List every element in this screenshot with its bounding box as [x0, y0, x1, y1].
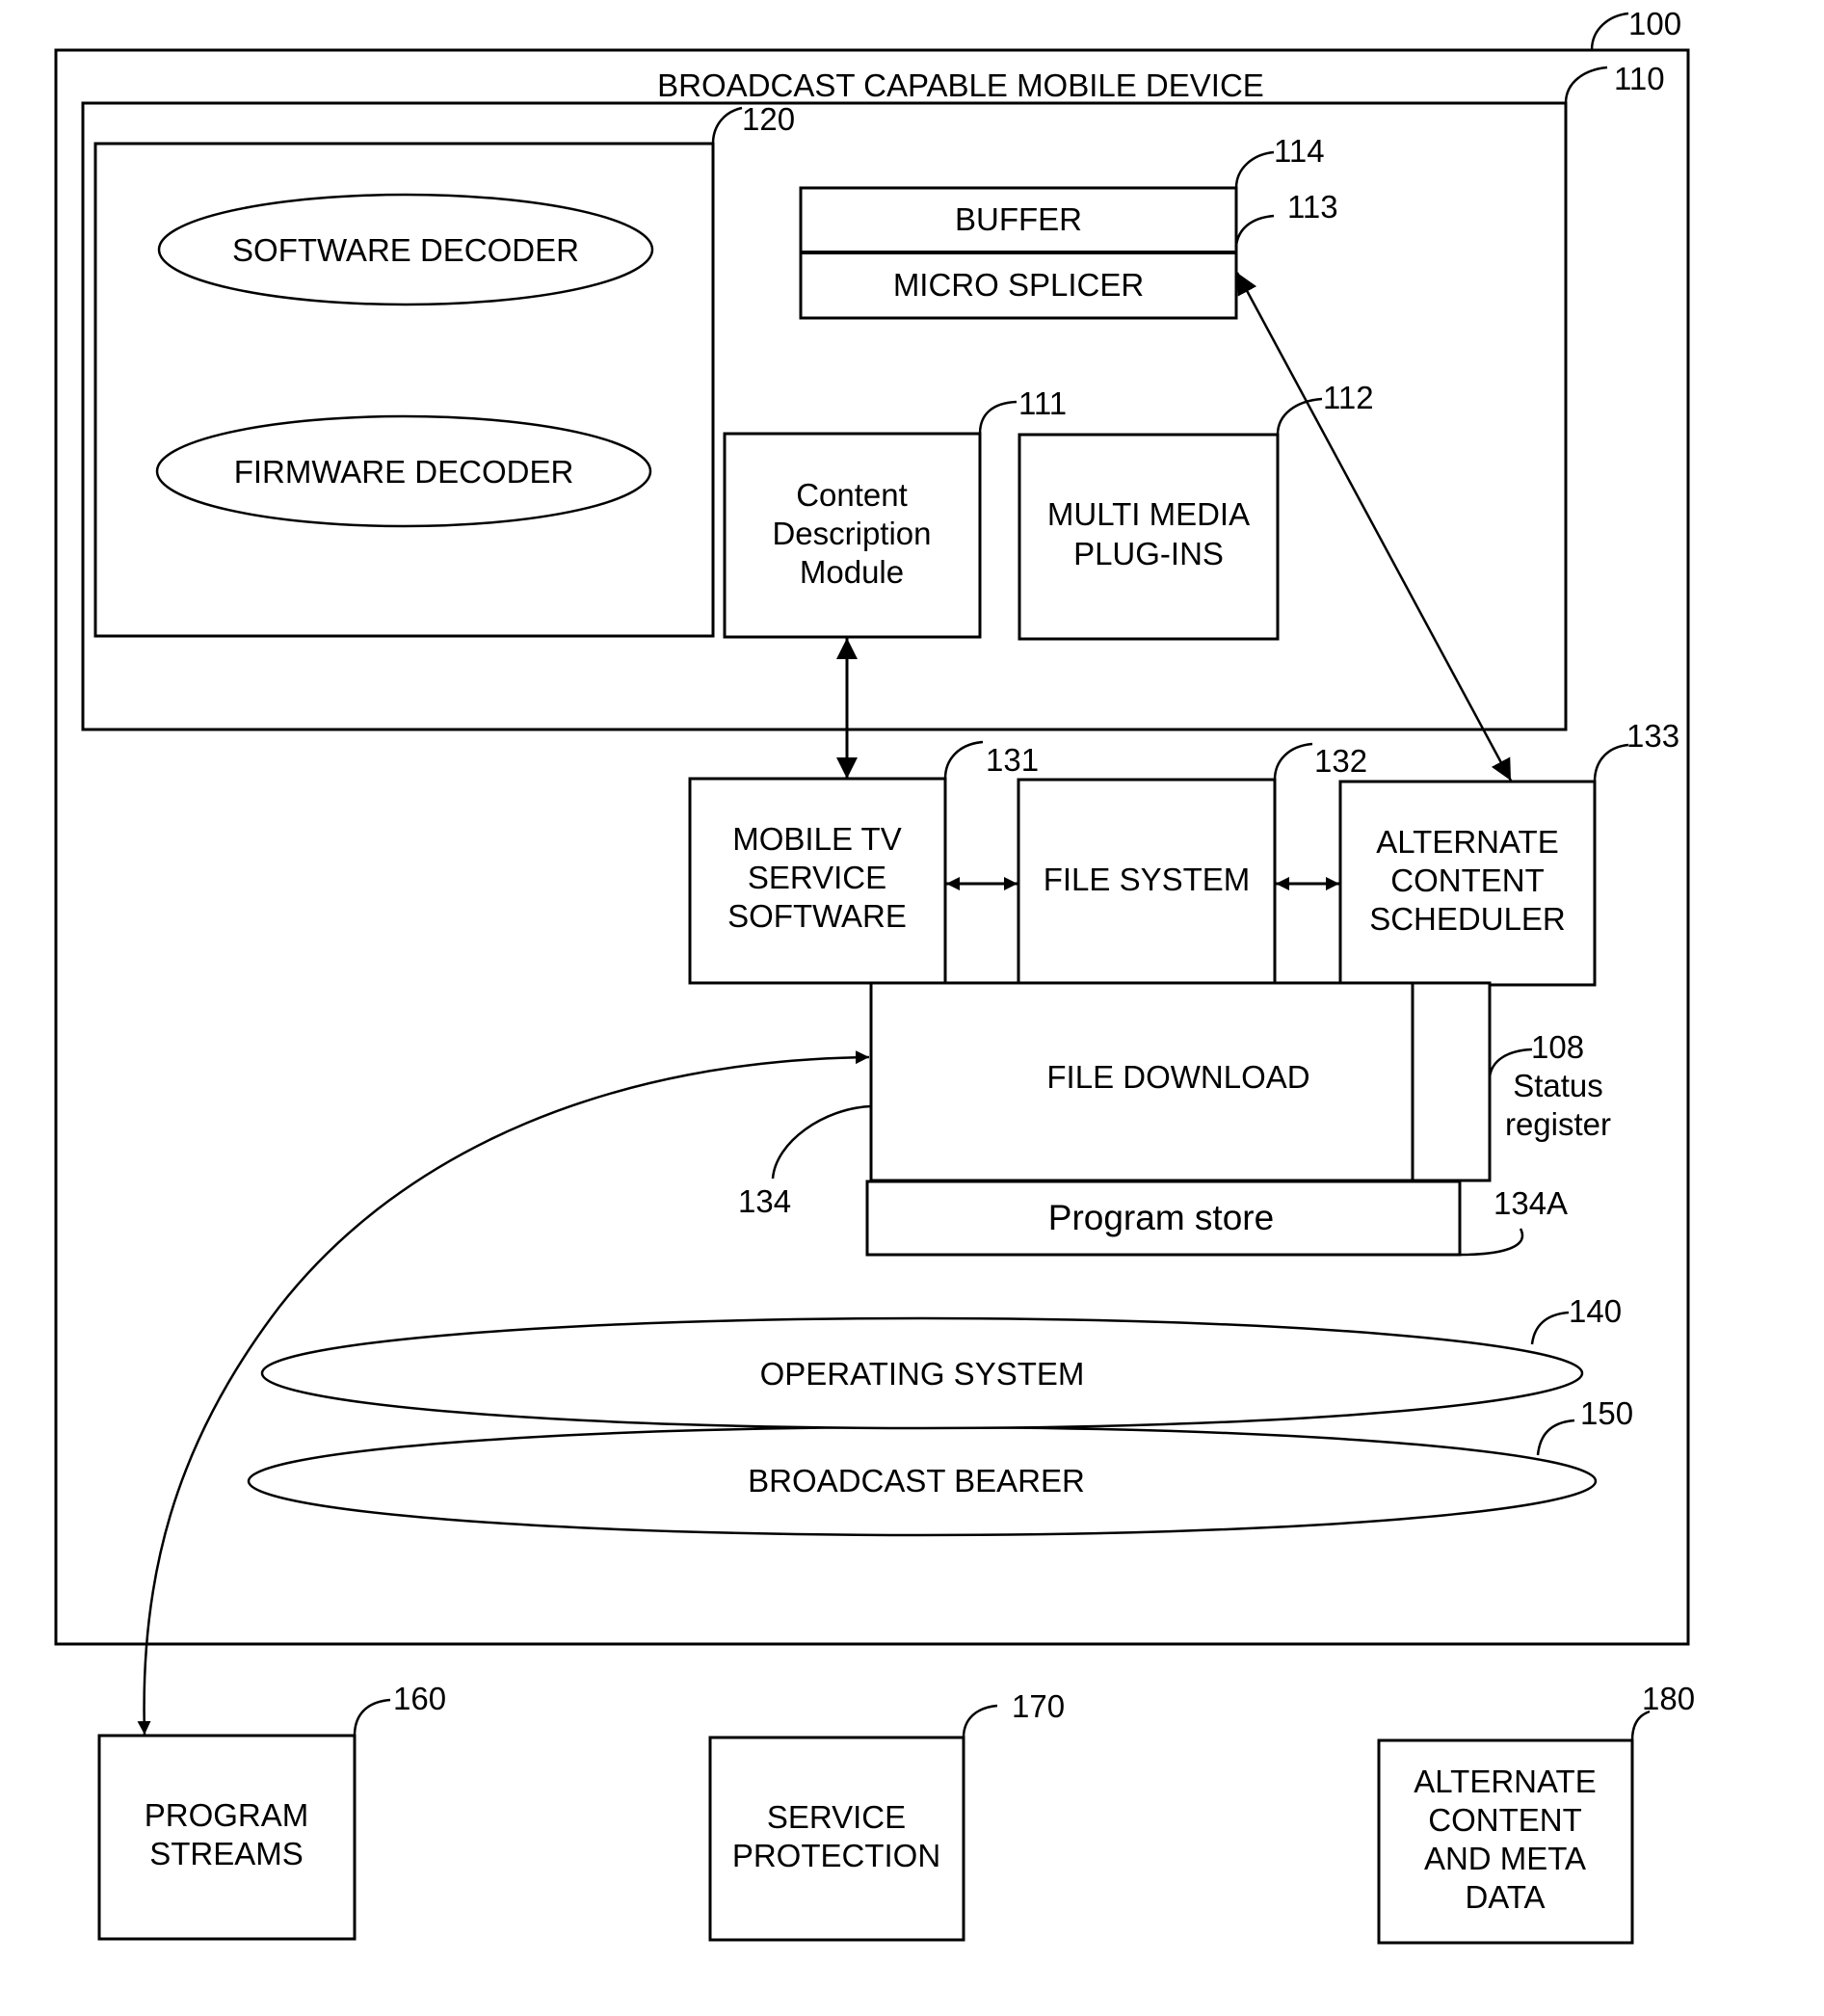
service-protection-line-2: PROTECTION [732, 1838, 940, 1873]
ref-150: 150 [1580, 1395, 1633, 1431]
content-description-line-2: Description [772, 516, 931, 551]
ref-112: 112 [1323, 380, 1374, 415]
ref-131: 131 [986, 742, 1039, 778]
ref-160: 160 [393, 1681, 446, 1716]
device-title: BROADCAST CAPABLE MOBILE DEVICE [657, 67, 1264, 103]
file-system-label: FILE SYSTEM [1044, 862, 1251, 897]
ref-140: 140 [1569, 1293, 1622, 1329]
ref-108: 108 [1531, 1029, 1584, 1065]
program-store-label: Program store [1048, 1198, 1274, 1237]
ref-134: 134 [738, 1183, 791, 1219]
status-register-line-1: Status [1513, 1068, 1603, 1103]
program-streams-line-2: STREAMS [149, 1836, 304, 1871]
multimedia-plugins-line-2: PLUG-INS [1073, 536, 1224, 571]
alt-scheduler-line-1: ALTERNATE [1376, 824, 1558, 860]
service-protection-line-1: SERVICE [767, 1799, 906, 1835]
mobile-tv-line-2: SERVICE [748, 860, 886, 895]
micro-splicer-label: MICRO SPLICER [893, 267, 1144, 303]
alt-content-meta-line-2: CONTENT [1428, 1802, 1582, 1838]
file-download-label: FILE DOWNLOAD [1046, 1059, 1309, 1095]
ref-133: 133 [1626, 718, 1679, 754]
firmware-decoder-label: FIRMWARE DECODER [234, 454, 574, 490]
ref-111: 111 [1018, 385, 1067, 421]
mobile-tv-line-1: MOBILE TV [732, 821, 901, 857]
mobile-tv-line-3: SOFTWARE [727, 898, 907, 934]
ref-180: 180 [1642, 1681, 1695, 1716]
operating-system-label: OPERATING SYSTEM [760, 1356, 1085, 1392]
alt-scheduler-line-3: SCHEDULER [1369, 901, 1566, 937]
leader-170 [962, 1704, 998, 1738]
buffer-label: BUFFER [955, 201, 1082, 237]
alt-scheduler-line-2: CONTENT [1390, 862, 1545, 898]
ref-120: 120 [742, 101, 795, 137]
content-description-line-1: Content [796, 477, 908, 513]
leader-160 [353, 1698, 391, 1737]
program-streams-line-1: PROGRAM [145, 1797, 309, 1833]
leader-100 [1590, 12, 1629, 51]
ref-132: 132 [1314, 743, 1367, 779]
alt-content-meta-line-1: ALTERNATE [1414, 1764, 1596, 1799]
software-decoder-label: SOFTWARE DECODER [232, 232, 579, 268]
broadcast-bearer-label: BROADCAST BEARER [748, 1463, 1085, 1499]
block-diagram: 100 BROADCAST CAPABLE MOBILE DEVICE 110 … [54, 6, 1695, 1945]
ref-113: 113 [1287, 189, 1338, 225]
ref-134a: 134A [1494, 1185, 1568, 1221]
content-description-line-3: Module [800, 554, 904, 590]
alt-content-meta-line-3: AND META [1424, 1841, 1586, 1876]
ref-114: 114 [1274, 133, 1325, 169]
ref-100: 100 [1628, 6, 1681, 41]
status-register-line-2: register [1505, 1106, 1611, 1142]
ref-170: 170 [1012, 1688, 1065, 1724]
ref-110: 110 [1614, 61, 1665, 96]
multimedia-plugins-line-1: MULTI MEDIA [1047, 496, 1250, 532]
alt-content-meta-line-4: DATA [1465, 1879, 1545, 1915]
